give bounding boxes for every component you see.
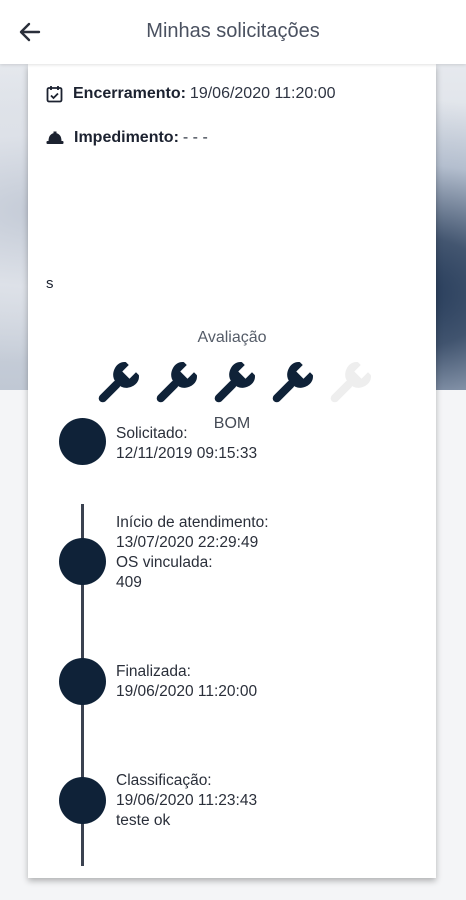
timeline-item-classification: Classificação: 19/06/2020 11:23:43 teste… bbox=[116, 771, 257, 831]
wrench-icon[interactable] bbox=[324, 360, 373, 409]
timeline-dot-classification bbox=[59, 777, 106, 824]
timeline-item-requested: Solicitado: 12/11/2019 09:15:33 bbox=[116, 424, 257, 464]
timeline-line-text: Início de atendimento: bbox=[116, 514, 269, 531]
timeline-line-text: 19/06/2020 11:23:43 bbox=[116, 792, 258, 809]
hard-hat-icon bbox=[46, 131, 64, 144]
impediment-value: - - - bbox=[182, 129, 208, 146]
wrench-icon[interactable] bbox=[266, 360, 315, 409]
timeline-line-text: 409 bbox=[116, 574, 142, 591]
app-header: Minhas solicitações bbox=[0, 0, 466, 64]
timeline-line-text: 12/11/2019 09:15:33 bbox=[116, 445, 258, 462]
closing-label: Encerramento: bbox=[73, 85, 186, 102]
timeline-line-text: teste ok bbox=[116, 812, 171, 829]
request-detail-card: Encerramento: 19/06/2020 11:20:00 Impedi… bbox=[28, 64, 436, 878]
timeline-line-text: Classificação: bbox=[116, 772, 212, 789]
timeline-item-finished: Finalizada: 19/06/2020 11:20:00 bbox=[116, 662, 257, 702]
timeline-line-text: OS vinculada: bbox=[116, 554, 213, 571]
impediment-label: Impedimento: bbox=[74, 129, 179, 146]
timeline-line-text: Finalizada: bbox=[116, 663, 191, 680]
wrench-icon[interactable] bbox=[150, 360, 199, 409]
timeline-line-text: 13/07/2020 22:29:49 bbox=[116, 534, 259, 551]
closing-value: 19/06/2020 11:20:00 bbox=[189, 85, 336, 102]
timeline-line-text: Solicitado: bbox=[116, 425, 188, 442]
timeline-dot-finished bbox=[59, 658, 106, 705]
calendar-check-icon bbox=[46, 86, 63, 103]
closing-row: Encerramento: 19/06/2020 11:20:00 bbox=[46, 85, 336, 103]
rating-wrenches[interactable] bbox=[92, 360, 373, 409]
timeline-item-service-start: Início de atendimento: 13/07/2020 22:29:… bbox=[116, 513, 269, 593]
description-text: s bbox=[46, 275, 54, 292]
timeline-line-text: 19/06/2020 11:20:00 bbox=[116, 683, 258, 700]
rating-title: Avaliação bbox=[197, 329, 267, 346]
page-title: Minhas solicitações bbox=[146, 20, 320, 42]
wrench-icon[interactable] bbox=[92, 360, 141, 409]
timeline-dot-service-start bbox=[59, 538, 106, 585]
timeline-dot-requested bbox=[59, 418, 106, 465]
wrench-icon[interactable] bbox=[208, 360, 257, 409]
impediment-row: Impedimento: - - - bbox=[46, 129, 208, 147]
